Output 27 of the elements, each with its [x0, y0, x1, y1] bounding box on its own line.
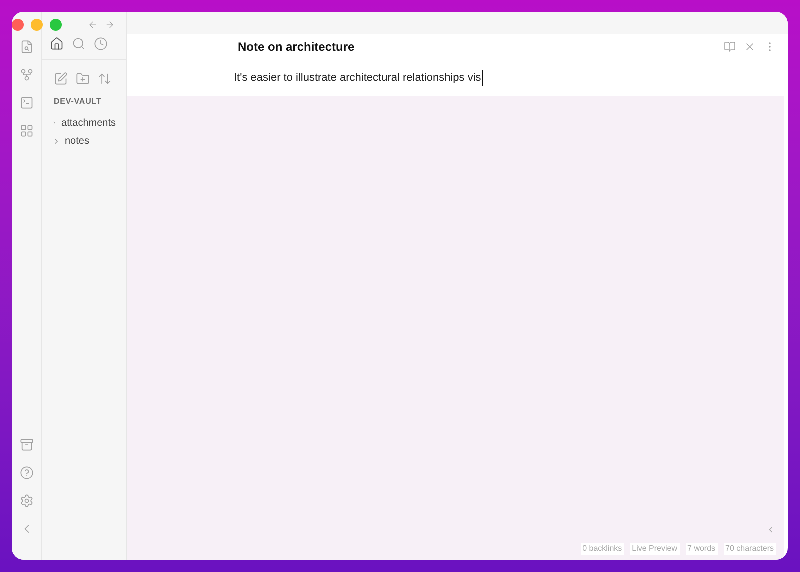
reading-view-icon[interactable] — [724, 41, 736, 53]
status-item: Live Preview — [630, 543, 680, 555]
status-item: 7 words — [686, 543, 718, 555]
search-icon[interactable] — [72, 37, 86, 51]
sort-icon[interactable] — [98, 72, 112, 86]
home-icon[interactable] — [50, 37, 64, 51]
terminal-icon[interactable] — [20, 96, 34, 110]
vault-name: DEV-VAULT — [53, 96, 103, 108]
new-folder-icon[interactable] — [76, 72, 90, 86]
folder-item[interactable]: attachments — [42, 116, 126, 131]
settings-icon[interactable] — [20, 494, 34, 508]
archive-icon[interactable] — [20, 438, 34, 452]
status-item: 70 characters — [724, 543, 776, 555]
back-icon[interactable] — [88, 20, 98, 30]
new-note-icon[interactable] — [54, 72, 68, 86]
status-item: 0 backlinks — [580, 543, 624, 555]
grid-icon[interactable] — [20, 124, 34, 138]
note-title: Note on architecture — [238, 39, 356, 56]
maximize-window-button[interactable] — [50, 19, 62, 31]
close-icon[interactable] — [744, 41, 756, 53]
help-icon[interactable] — [20, 466, 34, 480]
file-search-icon[interactable] — [20, 40, 34, 54]
graph-icon[interactable] — [20, 68, 34, 82]
clock-icon[interactable] — [94, 37, 108, 51]
note-text: It's easier to illustrate architectural relationships vis — [234, 70, 484, 86]
folder-item[interactable]: notes — [42, 134, 126, 149]
forward-icon[interactable] — [105, 20, 115, 30]
